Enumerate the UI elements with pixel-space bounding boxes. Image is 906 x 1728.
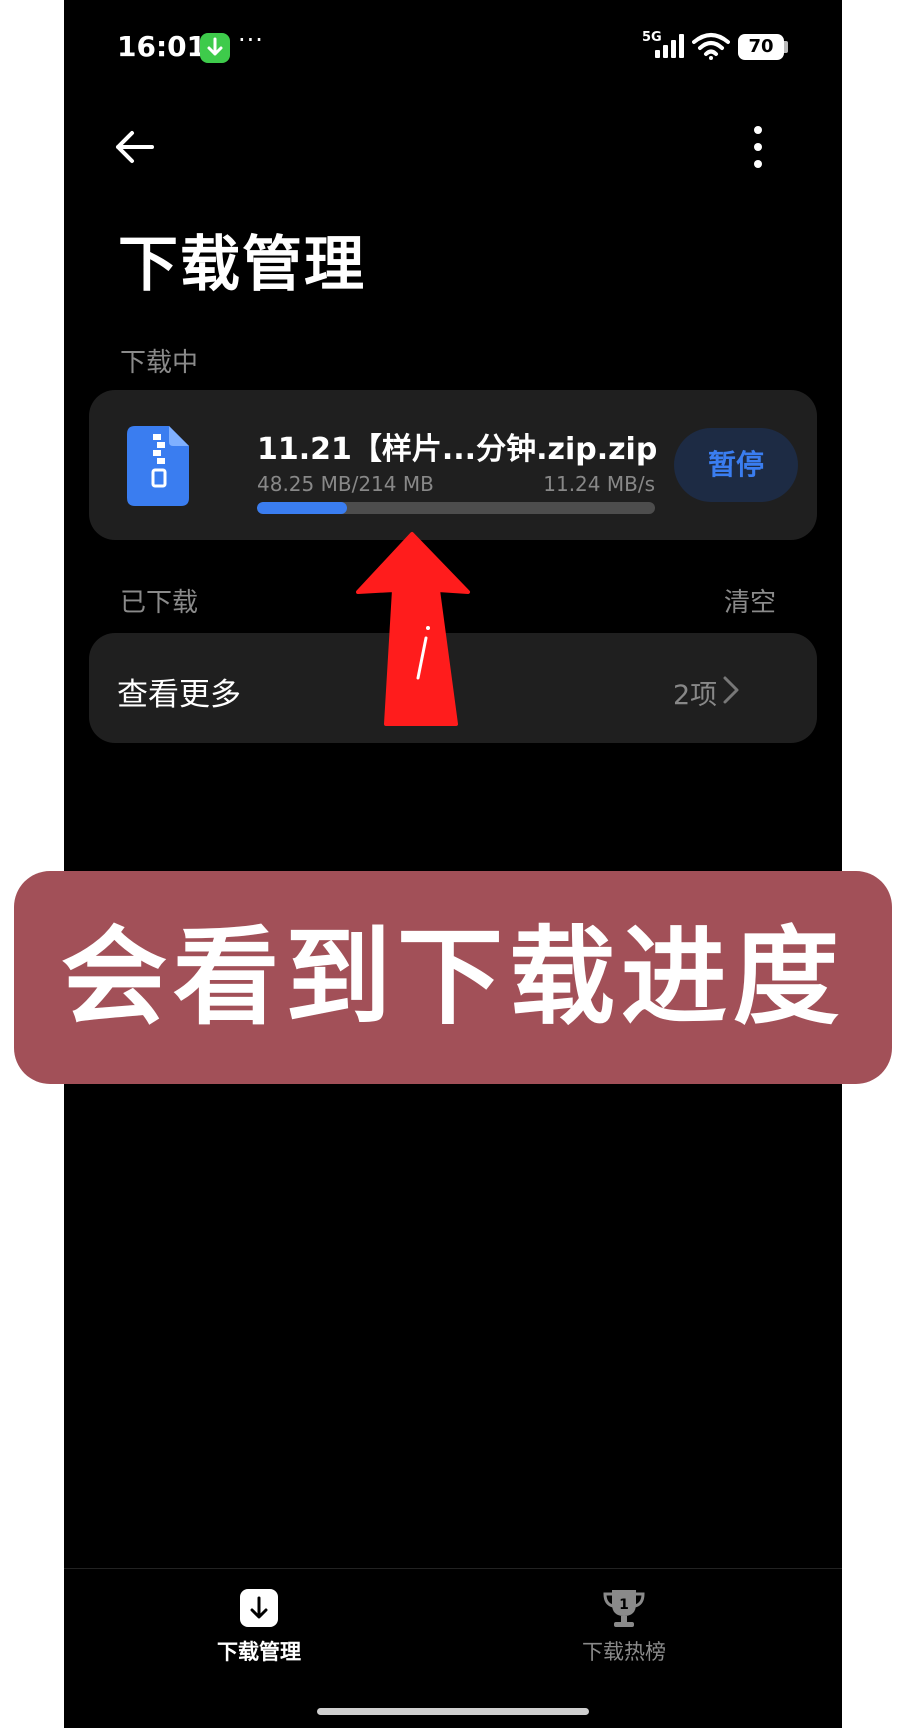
red-arrow-annotation: [356, 532, 470, 726]
battery-level: 70: [748, 36, 774, 57]
wifi-icon: [692, 32, 730, 64]
downloading-section-label: 下载中: [120, 348, 199, 378]
nav-label-download-manager: 下载管理: [217, 1640, 301, 1664]
download-item-card[interactable]: 11.21【样片...分钟.zip.zip 48.25 MB/214 MB 11…: [89, 390, 817, 540]
download-notification-icon: [200, 33, 230, 63]
download-icon: [240, 1589, 278, 1627]
svg-text:1: 1: [619, 1597, 629, 1613]
trophy-icon: 1: [603, 1590, 645, 1627]
bottom-nav-divider: [64, 1568, 842, 1569]
back-button[interactable]: [108, 122, 160, 172]
status-time: 16:01: [117, 30, 207, 63]
caption-banner: 会看到下载进度: [14, 871, 892, 1084]
battery-icon: 70: [738, 34, 784, 60]
nav-tab-download-manager[interactable]: 下载管理: [174, 1588, 344, 1666]
view-more-label: 查看更多: [117, 677, 241, 713]
page-title: 下载管理: [118, 230, 366, 300]
caption-text: 会看到下载进度: [61, 916, 845, 1039]
phone-screen: 16:01 ··· 5G 70 下载管理 下载中 11.21【样片...分钟.z…: [64, 0, 842, 1728]
more-notifications-icon: ···: [238, 26, 264, 54]
clear-button[interactable]: 清空: [724, 582, 776, 619]
downloaded-section-label: 已下载: [120, 588, 199, 618]
pause-button[interactable]: 暂停: [674, 428, 798, 502]
nav-tab-download-rank[interactable]: 1 下载热榜: [539, 1588, 709, 1666]
more-vertical-icon: [754, 126, 762, 168]
home-indicator[interactable]: [317, 1708, 589, 1715]
nav-label-download-rank: 下载热榜: [582, 1640, 666, 1664]
download-size-progress: 48.25 MB/214 MB: [257, 472, 434, 496]
download-progress-fill: [257, 502, 347, 514]
download-progress-bar: [257, 502, 655, 514]
arrow-left-icon: [116, 131, 154, 163]
zip-file-icon: [127, 426, 189, 510]
more-options-button[interactable]: [744, 120, 772, 174]
file-name: 11.21【样片...分钟.zip.zip: [257, 432, 658, 467]
chevron-right-icon: [721, 675, 741, 709]
status-bar: 16:01 ··· 5G 70: [64, 0, 842, 96]
download-speed: 11.24 MB/s: [543, 472, 655, 496]
cell-signal-icon: [654, 34, 688, 62]
battery-tip: [784, 41, 788, 53]
downloaded-count: 2项: [673, 680, 718, 711]
